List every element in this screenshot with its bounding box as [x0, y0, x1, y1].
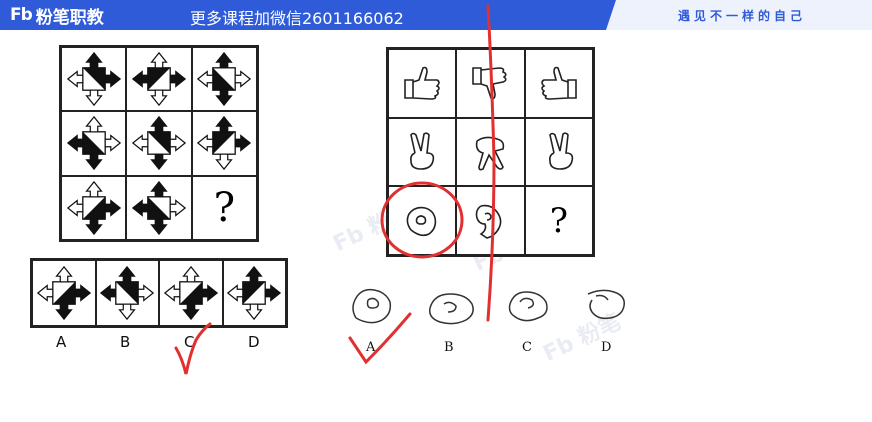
answer-checkmark: [174, 322, 212, 375]
answer-checkmark: [348, 312, 412, 365]
red-annotation-layer: [174, 4, 496, 375]
answer-circle: [380, 181, 464, 259]
divider-stroke: [486, 4, 496, 322]
